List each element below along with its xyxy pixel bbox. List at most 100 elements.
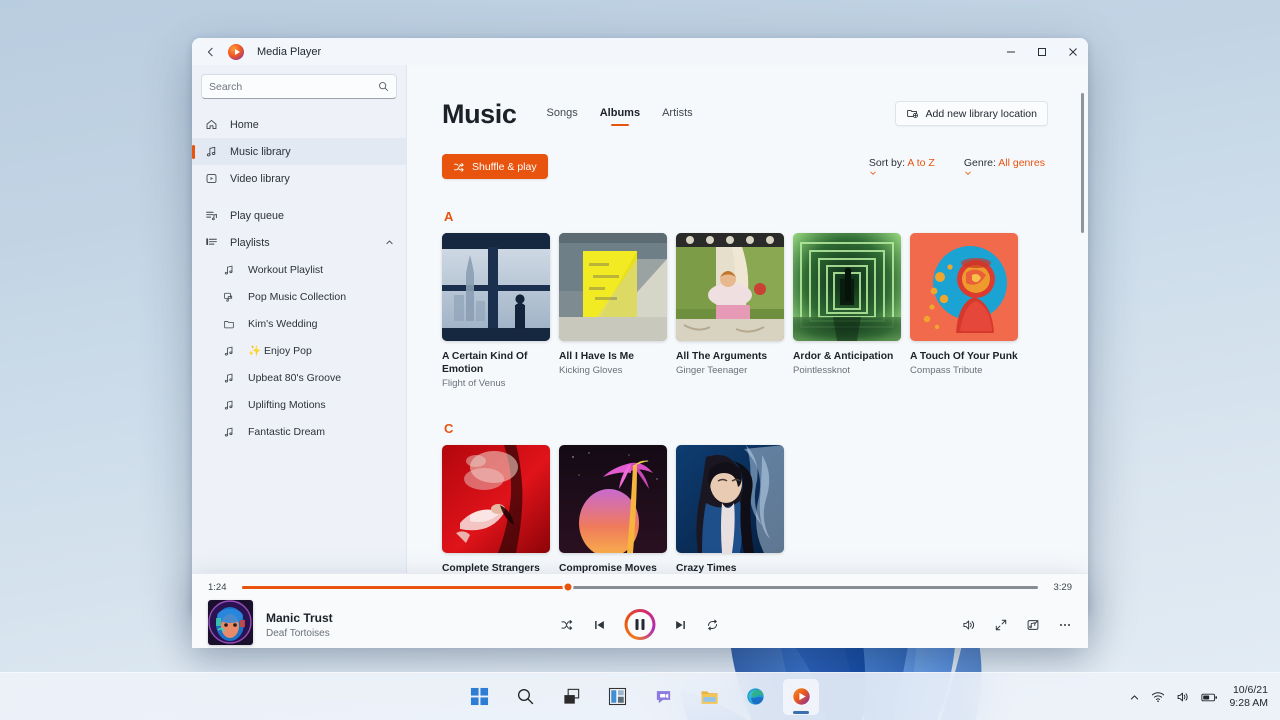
album-title: Ardor & Anticipation: [793, 351, 894, 362]
seek-thumb[interactable]: [562, 581, 574, 593]
now-playing-artwork: [208, 600, 253, 645]
taskbar: 10/6/21 9:28 AM: [0, 672, 1280, 720]
speaker-icon[interactable]: [1176, 690, 1190, 704]
volume-icon[interactable]: [962, 618, 976, 632]
shuffle-and-play-button[interactable]: Shuffle & play: [442, 154, 548, 179]
nav-divider-gap: [192, 192, 406, 202]
sidebar-item-playlists[interactable]: Playlists: [192, 229, 406, 256]
content-scroll-area[interactable]: Music Songs Albums Artists Add new libra…: [407, 65, 1088, 613]
album-art-red-astronaut: [910, 233, 1018, 341]
taskbar-start-icon[interactable]: [461, 679, 497, 715]
seek-progress-fill: [242, 585, 569, 589]
music-note-icon: [205, 145, 224, 158]
now-playing-meta: Manic Trust Deaf Tortoises: [266, 611, 333, 639]
sort-by-dropdown[interactable]: Sort by: A to Z: [869, 157, 938, 177]
album-artist: Pointlessknot: [793, 365, 851, 377]
playlist-label: ✨ Enjoy Pop: [248, 345, 312, 357]
player-right-controls: [962, 618, 1072, 632]
now-playing-artist: Deaf Tortoises: [266, 627, 330, 639]
album-art-yellow-wall: [559, 233, 667, 341]
playlist-label: Fantastic Dream: [248, 425, 326, 438]
minimize-button[interactable]: [995, 38, 1026, 65]
taskbar-edge-icon[interactable]: [737, 679, 773, 715]
seek-slider[interactable]: [242, 581, 1038, 593]
page-header: Music Songs Albums Artists Add new libra…: [442, 101, 1048, 128]
more-icon[interactable]: [1058, 618, 1072, 632]
taskbar-widgets-icon[interactable]: [599, 679, 635, 715]
taskbar-task-view-icon[interactable]: [553, 679, 589, 715]
sidebar-item-playlist-0[interactable]: Workout Playlist: [192, 256, 406, 283]
sidebar: Home Music library Video library: [192, 65, 407, 613]
album-card[interactable]: A Touch Of Your Punk Compass Tribute: [910, 233, 1018, 391]
sidebar-item-label: Playlists: [230, 236, 270, 249]
next-icon[interactable]: [674, 618, 688, 632]
album-title: All I Have Is Me: [559, 351, 634, 362]
action-row: Shuffle & play Sort by: A to Z Genre: Al…: [442, 154, 1048, 179]
sidebar-item-label: Video library: [230, 172, 290, 185]
sidebar-item-playlist-4[interactable]: Upbeat 80's Groove: [192, 364, 406, 391]
shuffle-icon[interactable]: [561, 618, 575, 632]
sidebar-item-home[interactable]: Home: [192, 111, 406, 138]
add-library-location-button[interactable]: Add new library location: [894, 101, 1048, 126]
fullscreen-icon[interactable]: [994, 618, 1008, 632]
taskbar-media-player-icon[interactable]: [783, 678, 819, 715]
genre-value: All genres: [998, 156, 1045, 169]
chevron-down-icon: [869, 169, 938, 177]
repeat-icon[interactable]: [706, 618, 720, 632]
sidebar-item-playlist-1[interactable]: Pop Music Collection: [192, 283, 406, 310]
window-titlebar: Media Player: [192, 38, 1088, 65]
genre-label: Genre:: [963, 156, 996, 169]
sidebar-item-playlist-3[interactable]: ✨ Enjoy Pop: [192, 337, 406, 364]
media-player-window: Media Player Search Home Music library V…: [192, 38, 1088, 613]
content-scrollbar[interactable]: [1081, 93, 1084, 233]
tab-artists[interactable]: Artists: [662, 107, 693, 126]
genre-dropdown[interactable]: Genre: All genres: [964, 157, 1048, 177]
album-card[interactable]: Ardor & Anticipation Pointlessknot: [793, 233, 901, 391]
wifi-icon[interactable]: [1151, 690, 1165, 704]
taskbar-file-explorer-icon[interactable]: [691, 679, 727, 715]
search-box[interactable]: [201, 74, 397, 99]
sidebar-item-playlist-5[interactable]: Uplifting Motions: [192, 391, 406, 418]
playlist-label: Uplifting Motions: [248, 398, 326, 411]
chevron-up-icon[interactable]: [385, 238, 394, 247]
queue-icon: [205, 209, 224, 222]
playlist-label: Pop Music Collection: [248, 290, 347, 303]
pause-button[interactable]: [624, 609, 656, 640]
music-note-icon: [223, 399, 242, 411]
album-art-synthwave-palm-sunset: [559, 444, 667, 553]
tab-albums[interactable]: Albums: [600, 107, 640, 126]
album-card[interactable]: A Certain Kind Of Emotion Flight of Venu…: [442, 233, 550, 391]
taskbar-chat-icon[interactable]: [645, 679, 681, 715]
tray-chevron-icon[interactable]: [1129, 692, 1140, 703]
seek-row: 1:24 3:29: [192, 574, 1088, 600]
sort-by-label: Sort by:: [868, 156, 906, 169]
window-controls: [995, 38, 1088, 65]
playlist-label: Upbeat 80's Groove: [248, 371, 342, 384]
maximize-button[interactable]: [1026, 38, 1057, 65]
sidebar-item-play-queue[interactable]: Play queue: [192, 202, 406, 229]
taskbar-clock[interactable]: 10/6/21 9:28 AM: [1229, 684, 1272, 710]
miniplayer-icon[interactable]: [1026, 618, 1040, 632]
back-arrow-icon[interactable]: [196, 40, 226, 64]
search-input[interactable]: [209, 80, 378, 93]
filter-controls: Sort by: A to Z Genre: All genres: [869, 157, 1048, 177]
album-art-blue-portrait: [676, 444, 784, 553]
clock-date: 10/6/21: [1232, 683, 1268, 696]
previous-icon[interactable]: [593, 618, 607, 632]
system-tray: 10/6/21 9:28 AM: [1129, 673, 1272, 720]
album-card[interactable]: All The Arguments Ginger Teenager: [676, 233, 784, 391]
album-title: A Certain Kind Of Emotion: [442, 351, 528, 376]
playlist-icon: [205, 236, 224, 249]
album-card[interactable]: All I Have Is Me Kicking Gloves: [559, 233, 667, 391]
transport-controls: [561, 609, 720, 640]
album-artist: Kicking Gloves: [559, 365, 623, 377]
sidebar-item-playlist-2[interactable]: Kim's Wedding: [192, 310, 406, 337]
taskbar-search-icon[interactable]: [507, 679, 543, 715]
tab-songs[interactable]: Songs: [547, 107, 578, 126]
battery-icon[interactable]: [1201, 691, 1218, 704]
music-note-icon: [223, 426, 242, 438]
sidebar-item-playlist-6[interactable]: Fantastic Dream: [192, 418, 406, 445]
sidebar-item-music-library[interactable]: Music library: [192, 138, 406, 165]
sidebar-item-video-library[interactable]: Video library: [192, 165, 406, 192]
close-button[interactable]: [1057, 38, 1088, 65]
